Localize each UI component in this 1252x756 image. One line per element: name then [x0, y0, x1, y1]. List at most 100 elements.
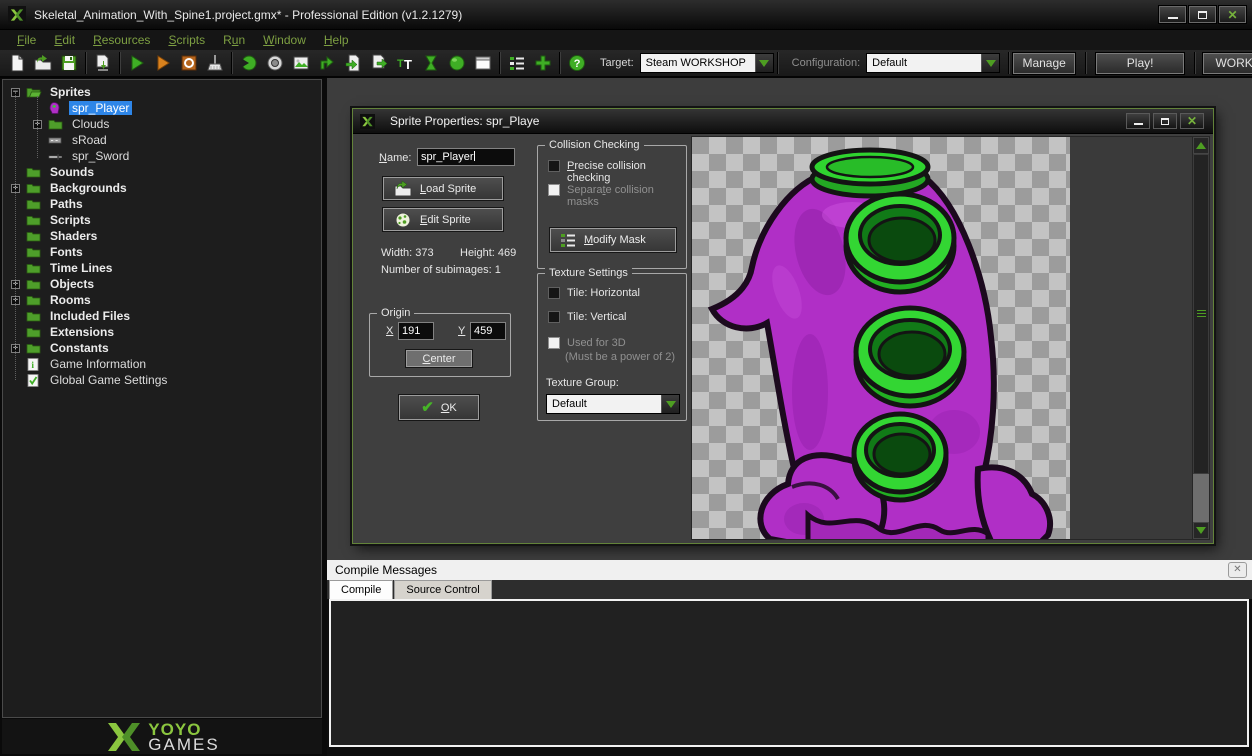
sprite-preview-pane	[691, 136, 1210, 540]
tree-item-constants[interactable]: +Constants	[3, 340, 321, 356]
scrollbar-thumb[interactable]	[1193, 154, 1209, 474]
stop-game-button[interactable]	[176, 51, 202, 75]
dialog-minimize-button[interactable]	[1126, 113, 1150, 129]
add-object-button[interactable]	[444, 51, 470, 75]
tree-item-sounds[interactable]: Sounds	[3, 164, 321, 180]
add-shader-button[interactable]	[366, 51, 392, 75]
add-room-button[interactable]	[470, 51, 496, 75]
tree-item-spr-sword[interactable]: spr_Sword	[3, 148, 321, 164]
tree-item-objects[interactable]: +Objects	[3, 276, 321, 292]
tile-vertical-checkbox-row[interactable]: Tile: Vertical	[548, 311, 627, 323]
tree-item-spr-player[interactable]: spr_Player	[3, 100, 321, 116]
add-timeline-button[interactable]	[418, 51, 444, 75]
tree-item-paths[interactable]: Paths	[3, 196, 321, 212]
menu-help[interactable]: Help	[315, 31, 358, 49]
menu-resources[interactable]: Resources	[84, 31, 159, 49]
tile-horizontal-checkbox-row[interactable]: Tile: Horizontal	[548, 287, 640, 299]
menu-file[interactable]: File	[8, 31, 45, 49]
create-executable-button[interactable]	[90, 51, 116, 75]
dialog-title-bar[interactable]: Sprite Properties: spr_Playe ✕	[353, 109, 1213, 134]
tree-item-sprites[interactable]: −Sprites	[3, 84, 321, 100]
target-dropdown-button[interactable]	[755, 54, 773, 72]
load-sprite-button[interactable]: Load Sprite	[383, 177, 503, 200]
configuration-dropdown[interactable]: Default	[866, 53, 1000, 73]
used-for-3d-checkbox[interactable]	[548, 337, 560, 349]
tree-item-included-files[interactable]: Included Files	[3, 308, 321, 324]
manage-button[interactable]: Manage	[1013, 53, 1075, 74]
open-project-button[interactable]	[30, 51, 56, 75]
minimize-button[interactable]	[1159, 6, 1186, 23]
tree-item-clouds[interactable]: +Clouds	[3, 116, 321, 132]
notes-button[interactable]	[504, 51, 530, 75]
run-debug-button[interactable]	[150, 51, 176, 75]
add-sprite-icon	[240, 54, 258, 72]
add-path-icon	[318, 54, 336, 72]
edit-sprite-button[interactable]: Edit Sprite	[383, 208, 503, 231]
tree-item-extensions[interactable]: Extensions	[3, 324, 321, 340]
tree-item-shaders[interactable]: Shaders	[3, 228, 321, 244]
save-project-button[interactable]	[56, 51, 82, 75]
tile-horizontal-checkbox[interactable]	[548, 287, 560, 299]
help-button[interactable]: ?	[564, 51, 590, 75]
precise-collision-checkbox-row[interactable]: Precise collision checking	[548, 160, 686, 184]
toolbar-icon-group: TT?	[4, 51, 590, 75]
configuration-dropdown-button[interactable]	[981, 54, 999, 72]
clean-cache-button[interactable]	[202, 51, 228, 75]
menu-edit[interactable]: Edit	[45, 31, 84, 49]
compile-panel-close-button[interactable]: ✕	[1228, 562, 1247, 578]
tree-item-game-information[interactable]: iGame Information	[3, 356, 321, 372]
scroll-up-button[interactable]	[1193, 137, 1209, 154]
tree-item-fonts[interactable]: Fonts	[3, 244, 321, 260]
add-sprite-button[interactable]	[236, 51, 262, 75]
menu-run[interactable]: Run	[214, 31, 254, 49]
separate-masks-checkbox[interactable]	[548, 184, 560, 196]
name-input[interactable]: spr_Player	[417, 148, 515, 166]
tree-item-rooms[interactable]: +Rooms	[3, 292, 321, 308]
tree-item-scripts[interactable]: Scripts	[3, 212, 321, 228]
new-file-button[interactable]	[4, 51, 30, 75]
texture-group-dropdown[interactable]: Default	[546, 394, 680, 414]
center-origin-button[interactable]: Center	[406, 350, 472, 367]
dialog-maximize-button[interactable]	[1153, 113, 1177, 129]
scrollbar-grip-icon	[1197, 310, 1206, 311]
tree-item-sroad[interactable]: sRoad	[3, 132, 321, 148]
tile-vertical-checkbox[interactable]	[548, 311, 560, 323]
tree-item-backgrounds[interactable]: +Backgrounds	[3, 180, 321, 196]
maximize-button[interactable]	[1189, 6, 1216, 23]
dialog-close-button[interactable]: ✕	[1180, 113, 1204, 129]
origin-y-input[interactable]: 459	[470, 322, 506, 340]
logo-line2: GAMES	[148, 737, 219, 752]
application-window: Skeletal_Animation_With_Spine1.project.g…	[0, 0, 1252, 756]
scroll-down-button[interactable]	[1193, 522, 1209, 539]
modify-mask-button[interactable]: Modify Mask	[550, 228, 676, 252]
ok-button[interactable]: ✔ OK	[399, 395, 479, 420]
separate-masks-checkbox-row[interactable]: Separate collision masks	[548, 184, 686, 208]
menu-window[interactable]: Window	[254, 31, 315, 49]
workshop-button[interactable]: WORKSHOP	[1203, 53, 1252, 74]
toolbar-separator	[499, 52, 501, 74]
texture-group-dropdown-button[interactable]	[661, 395, 679, 413]
menu-scripts[interactable]: Scripts	[159, 31, 214, 49]
add-path-button[interactable]	[314, 51, 340, 75]
origin-x-input[interactable]: 191	[398, 322, 434, 340]
close-button[interactable]: ✕	[1219, 6, 1246, 23]
used-for-3d-checkbox-row[interactable]: Used for 3D	[548, 337, 626, 349]
tab-source-control[interactable]: Source Control	[394, 580, 491, 599]
run-game-button[interactable]	[124, 51, 150, 75]
target-dropdown[interactable]: Steam WORKSHOP	[640, 53, 774, 73]
add-font-button[interactable]: TT	[392, 51, 418, 75]
tab-compile[interactable]: Compile	[329, 580, 393, 599]
tree-item-global-game-settings[interactable]: Global Game Settings	[3, 372, 321, 388]
compile-output-area[interactable]	[329, 599, 1249, 747]
texture-group-label: Texture Settings	[545, 267, 632, 279]
play-button[interactable]: Play!	[1096, 53, 1184, 74]
tree-item-time-lines[interactable]: Time Lines	[3, 260, 321, 276]
precise-collision-checkbox[interactable]	[548, 160, 560, 172]
add-sound-button[interactable]	[262, 51, 288, 75]
tree-item-label: spr_Player	[69, 101, 132, 115]
settings-icon	[26, 374, 42, 387]
preview-scrollbar[interactable]	[1192, 137, 1209, 539]
add-resource-button[interactable]	[530, 51, 556, 75]
add-background-button[interactable]	[288, 51, 314, 75]
add-script-button[interactable]	[340, 51, 366, 75]
